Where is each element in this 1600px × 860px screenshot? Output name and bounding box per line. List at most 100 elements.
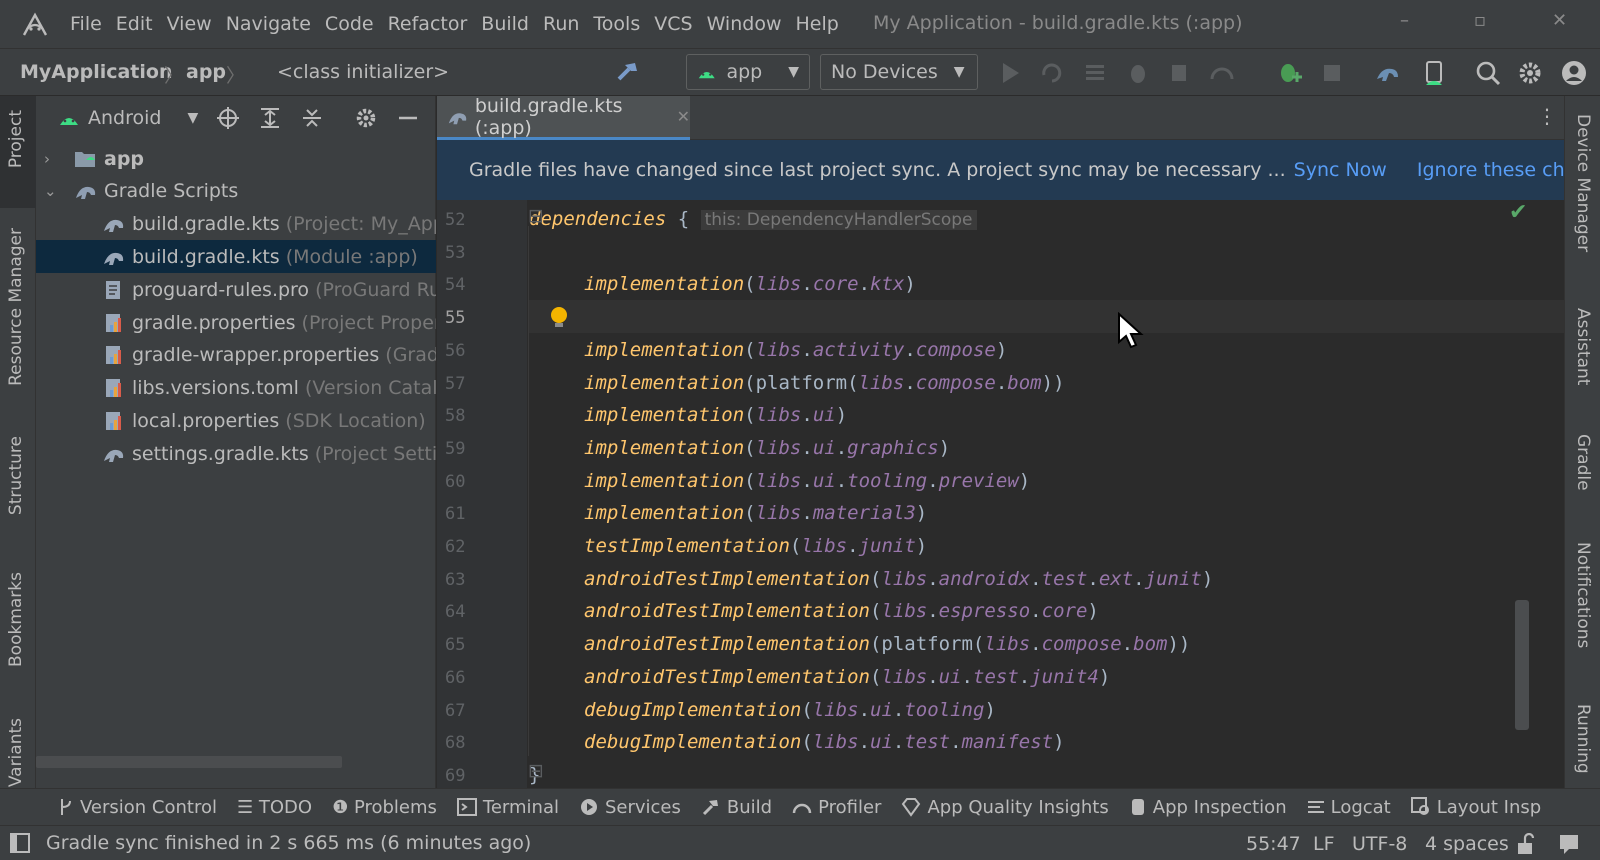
search-icon[interactable] <box>1474 59 1502 87</box>
tree-item[interactable]: proguard-rules.pro(ProGuard Rule <box>36 273 436 306</box>
tool-tab-bookmarks[interactable]: Bookmarks <box>6 572 26 667</box>
tree-item[interactable]: gradle.properties(Project Properti <box>36 306 436 339</box>
tree-item[interactable]: local.properties (SDK Location) <box>36 404 436 437</box>
menu-help[interactable]: Help <box>795 13 838 35</box>
tool-terminal[interactable]: Terminal <box>456 797 559 818</box>
tool-build[interactable]: Build <box>701 797 772 818</box>
hide-panel-icon[interactable] <box>396 106 420 130</box>
tool-tab-structure[interactable]: Structure <box>6 436 26 515</box>
more-options-icon[interactable]: ⋮ <box>1537 104 1557 128</box>
vertical-scrollbar[interactable] <box>1515 600 1529 730</box>
tree-item[interactable]: › app <box>36 142 436 175</box>
unlock-icon[interactable] <box>1516 833 1536 855</box>
run-config-select[interactable]: app ▼ <box>686 54 810 90</box>
attach-debugger-icon[interactable] <box>1166 59 1194 87</box>
menu-tools[interactable]: Tools <box>593 13 640 35</box>
code-line[interactable]: implementation(libs.core.ktx) <box>584 273 916 295</box>
horizontal-scrollbar[interactable] <box>36 756 342 768</box>
menu-vcs[interactable]: VCS <box>654 13 692 35</box>
tree-item[interactable]: ⌄ Gradle Scripts <box>36 175 436 208</box>
menu-navigate[interactable]: Navigate <box>226 13 311 35</box>
expand-all-icon[interactable] <box>258 106 282 130</box>
debug-app-icon[interactable] <box>1276 59 1304 87</box>
tool-problems[interactable]: ❶ Problems <box>332 797 437 818</box>
breadcrumb-project[interactable]: MyApplication <box>20 61 172 83</box>
tree-item[interactable]: build.gradle.kts (Module :app) <box>36 240 436 274</box>
menu-view[interactable]: View <box>167 13 212 35</box>
tool-todo[interactable]: ☰ TODO <box>237 797 312 818</box>
code-line[interactable]: implementation(libs.ui) <box>584 404 847 426</box>
code-line[interactable]: } <box>529 764 540 786</box>
debug-icon[interactable] <box>1124 59 1152 87</box>
tool-app-inspection[interactable]: App Inspection <box>1129 797 1287 818</box>
minimize-button[interactable]: – <box>1400 10 1409 31</box>
close-tab-icon[interactable]: ✕ <box>677 107 690 126</box>
menu-window[interactable]: Window <box>707 13 782 35</box>
tree-item[interactable]: gradle-wrapper.properties(Gradle <box>36 339 436 372</box>
tool-tab-resource-manager[interactable]: Resource Manager <box>6 228 26 386</box>
menu-file[interactable]: File <box>70 13 102 35</box>
tool-tab-assistant[interactable]: Assistant <box>1573 308 1593 385</box>
view-chevron-down-icon[interactable]: ▼ <box>187 110 198 126</box>
tool-layout-inspector[interactable]: Layout Insp <box>1410 797 1541 818</box>
tool-tab-device-manager[interactable]: Device Manager <box>1573 114 1593 252</box>
menu-code[interactable]: Code <box>325 13 374 35</box>
code-line[interactable]: implementation(platform(libs.compose.bom… <box>584 372 1065 394</box>
menu-build[interactable]: Build <box>481 13 529 35</box>
tool-tab-running[interactable]: Running <box>1573 704 1593 788</box>
code-line[interactable]: implementation(libs.ui.tooling.preview) <box>584 470 1030 492</box>
line-separator[interactable]: LF <box>1313 833 1335 855</box>
tree-item[interactable]: libs.versions.toml(Version Catalog <box>36 372 436 405</box>
code-line[interactable]: debugImplementation(libs.ui.test.manifes… <box>584 731 1065 753</box>
sync-now-link[interactable]: Sync Now <box>1294 159 1387 181</box>
code-line[interactable]: implementation(libs.activity.compose) <box>584 339 1007 361</box>
project-view-select[interactable]: Android <box>88 107 161 129</box>
android-studio-logo-icon[interactable] <box>18 9 52 39</box>
indent-setting[interactable]: 4 spaces <box>1425 833 1509 855</box>
code-line[interactable]: dependencies { this: DependencyHandlerSc… <box>529 208 977 230</box>
caret-position[interactable]: 55:47 <box>1246 833 1301 855</box>
code-line[interactable]: implementation(libs.lifecycle.runtime.kt… <box>584 306 1065 328</box>
chevron-down-icon[interactable]: ⌄ <box>44 182 70 200</box>
code-line[interactable]: androidTestImplementation(libs.androidx.… <box>584 568 1213 590</box>
tool-app-quality-insights[interactable]: App Quality Insights <box>901 797 1109 818</box>
code-line[interactable]: androidTestImplementation(libs.espresso.… <box>584 600 1099 622</box>
collapse-all-icon[interactable] <box>300 106 324 130</box>
settings-gear-icon[interactable] <box>1516 59 1544 87</box>
restore-button[interactable]: ▫ <box>1474 10 1486 31</box>
locate-target-icon[interactable] <box>216 106 240 130</box>
lightbulb-icon[interactable] <box>548 305 570 329</box>
toggle-tool-windows-icon[interactable] <box>10 833 30 853</box>
stop-icon[interactable] <box>1318 59 1346 87</box>
device-manager-icon[interactable] <box>1420 59 1448 87</box>
tool-tab-notifications[interactable]: Notifications <box>1573 542 1593 648</box>
code-line[interactable]: androidTestImplementation(platform(libs.… <box>584 633 1190 655</box>
close-window-button[interactable]: ✕ <box>1552 10 1567 31</box>
account-avatar-icon[interactable] <box>1560 59 1588 87</box>
breadcrumb-member[interactable]: <class initializer> <box>277 61 449 83</box>
code-line[interactable]: implementation(libs.material3) <box>584 502 927 524</box>
profile-icon[interactable] <box>1208 59 1236 87</box>
code-line[interactable]: testImplementation(libs.junit) <box>584 535 927 557</box>
tool-tab-project[interactable]: Project <box>6 110 26 168</box>
apply-changes-icon[interactable] <box>1038 59 1066 87</box>
device-select[interactable]: No Devices ▼ <box>820 54 978 90</box>
code-line[interactable]: androidTestImplementation(libs.ui.test.j… <box>584 666 1110 688</box>
status-message[interactable]: Gradle sync finished in 2 s 665 ms (6 mi… <box>46 832 531 854</box>
menu-edit[interactable]: Edit <box>116 13 153 35</box>
notifications-icon[interactable] <box>1558 833 1580 855</box>
apply-code-changes-icon[interactable] <box>1082 59 1110 87</box>
run-icon[interactable] <box>996 59 1024 87</box>
menu-run[interactable]: Run <box>543 13 579 35</box>
tree-item[interactable]: settings.gradle.kts(Project Setting <box>36 437 436 470</box>
code-line[interactable]: debugImplementation(libs.ui.tooling) <box>584 699 996 721</box>
menu-refactor[interactable]: Refactor <box>388 13 468 35</box>
tool-tab-variants[interactable]: Variants <box>6 718 26 787</box>
tool-logcat[interactable]: Logcat <box>1307 797 1391 818</box>
tool-tab-gradle[interactable]: Gradle <box>1573 434 1593 491</box>
breadcrumb-module[interactable]: app <box>186 61 226 83</box>
tool-version-control[interactable]: Version Control <box>58 797 217 818</box>
sync-gradle-icon[interactable] <box>1374 59 1402 87</box>
chevron-right-icon[interactable]: › <box>44 150 70 168</box>
tool-profiler[interactable]: Profiler <box>792 797 881 818</box>
